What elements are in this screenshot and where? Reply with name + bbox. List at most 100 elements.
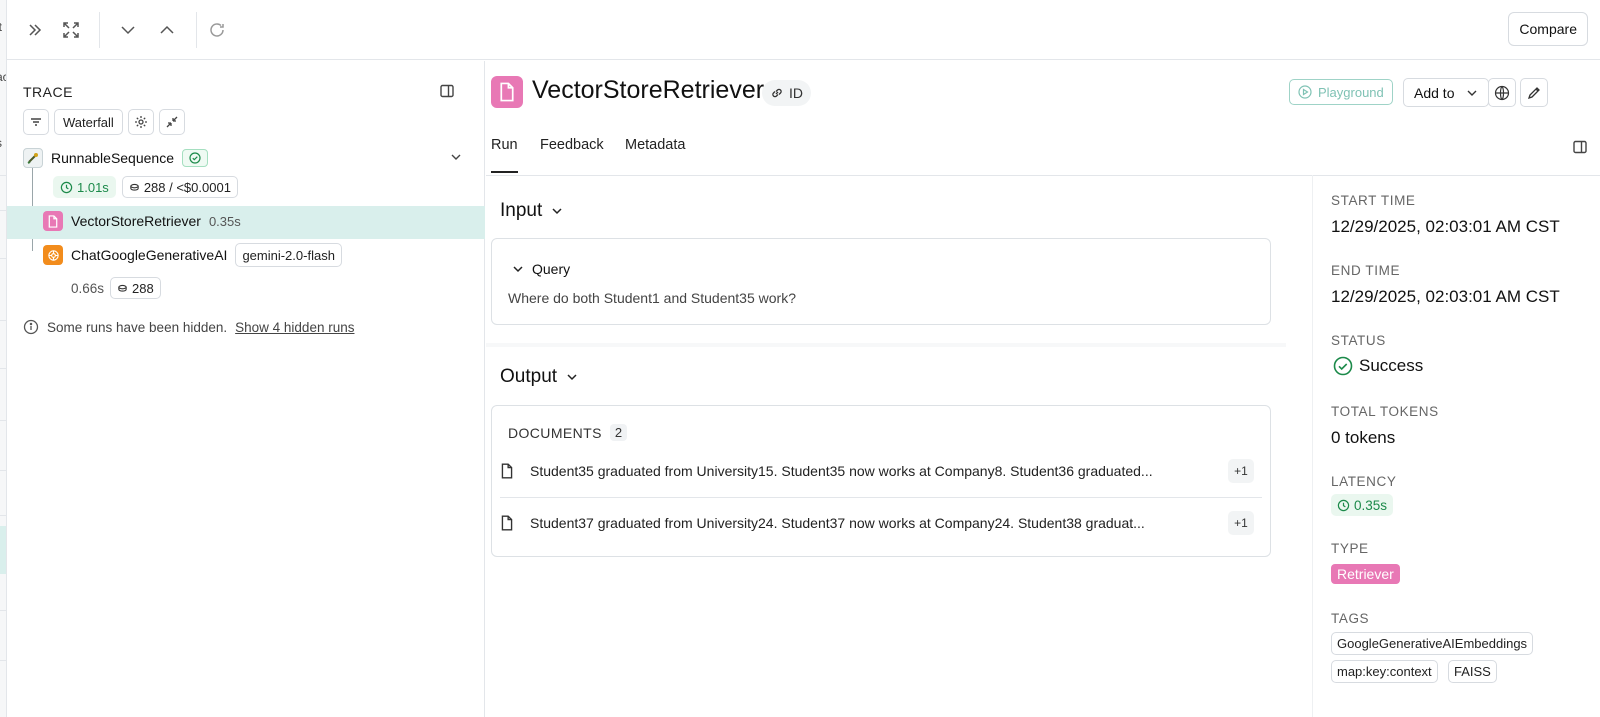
- copy-id-button[interactable]: ID: [762, 80, 811, 106]
- share-button[interactable]: [1488, 78, 1516, 107]
- tab-metadata[interactable]: Metadata: [625, 137, 685, 171]
- hidden-runs-text: Some runs have been hidden.: [47, 319, 228, 335]
- file-icon: [501, 463, 513, 479]
- refresh-button[interactable]: [201, 14, 233, 46]
- chevron-down-icon: [513, 266, 523, 273]
- tree-row-runnable-sequence[interactable]: RunnableSequence: [23, 148, 463, 168]
- sliver-text: lt: [0, 20, 2, 34]
- more-badge[interactable]: +1: [1228, 511, 1254, 535]
- detail-tabs: Run Feedback Metadata: [486, 125, 1600, 176]
- end-time-value: 12/29/2025, 02:03:01 AM CST: [1331, 287, 1560, 306]
- latency-label: LATENCY: [1331, 474, 1397, 489]
- edit-button[interactable]: [1520, 78, 1548, 107]
- tokens-icon: [118, 284, 127, 292]
- output-section-toggle[interactable]: Output: [500, 366, 579, 388]
- runnable-sequence-stats: 1.01s 288 / <$0.0001: [53, 176, 531, 198]
- documents-header: DOCUMENTS 2: [508, 424, 628, 441]
- sidebar-toggle-icon: [1573, 140, 1587, 154]
- status-label: STATUS: [1331, 333, 1386, 348]
- tag-badge[interactable]: GoogleGenerativeAIEmbeddings: [1331, 632, 1534, 655]
- model-badge: gemini-2.0-flash: [235, 243, 342, 267]
- fullscreen-icon: [63, 22, 79, 38]
- background-panel-sliver: lt ac s: [0, 0, 7, 717]
- filter-button[interactable]: [23, 109, 49, 135]
- chevron-down-icon: [1467, 90, 1477, 96]
- tokens-icon: [130, 183, 139, 191]
- document-row[interactable]: Student35 graduated from University15. S…: [500, 446, 1262, 496]
- run-latency: 0.35s: [208, 213, 241, 229]
- trace-title: TRACE: [23, 84, 73, 100]
- trace-panel: TRACE Waterfall RunnableSequence 1.01s 2…: [7, 61, 485, 717]
- compare-button[interactable]: Compare: [1508, 12, 1588, 46]
- run-name: RunnableSequence: [51, 150, 174, 166]
- query-toggle[interactable]: Query: [512, 261, 570, 277]
- tags-label: TAGS: [1331, 611, 1370, 626]
- tree-row-vectorstore-retriever[interactable]: VectorStoreRetriever 0.35s: [43, 211, 521, 231]
- chain-icon: [23, 148, 43, 168]
- sidebar-toggle-icon: [440, 84, 454, 98]
- document-icon: [43, 211, 63, 231]
- chevron-down-icon: [567, 374, 577, 381]
- latency-pill: 1.01s: [53, 176, 116, 198]
- chevron-down-icon: [552, 208, 562, 215]
- document-row[interactable]: Student37 graduated from University24. S…: [500, 498, 1262, 548]
- total-tokens-label: TOTAL TOKENS: [1331, 404, 1439, 419]
- refresh-icon: [210, 23, 224, 37]
- run-content: Input Query Where do both Student1 and S…: [486, 176, 1286, 717]
- play-icon: [1298, 85, 1312, 99]
- tab-feedback[interactable]: Feedback: [540, 137, 604, 171]
- collapse-button[interactable]: [158, 109, 185, 135]
- collapse-icon: [166, 116, 178, 128]
- clock-icon: [60, 181, 73, 193]
- tag-badge[interactable]: FAISS: [1448, 660, 1497, 683]
- total-tokens-value: 0 tokens: [1331, 428, 1396, 447]
- type-badge: Retriever: [1331, 564, 1400, 584]
- clock-icon: [1337, 499, 1350, 511]
- tokens-pill: 288 / <$0.0001: [121, 176, 238, 198]
- playground-button[interactable]: Playground: [1289, 79, 1393, 105]
- toggle-metadata-panel-button[interactable]: [1572, 139, 1588, 158]
- chevron-up-icon: [160, 25, 174, 34]
- page-title: VectorStoreRetriever: [532, 76, 765, 104]
- tab-run[interactable]: Run: [491, 137, 518, 173]
- chevron-down-icon[interactable]: [449, 150, 463, 167]
- add-to-dropdown[interactable]: Add to: [1403, 78, 1490, 107]
- globe-icon: [1494, 85, 1510, 100]
- tree-row-chat-google[interactable]: ChatGoogleGenerativeAI gemini-2.0-flash: [43, 243, 521, 267]
- link-icon: [772, 88, 782, 98]
- sliver-text: s: [0, 136, 2, 150]
- file-icon: [501, 515, 513, 531]
- filter-icon: [31, 118, 41, 126]
- run-latency: 0.66s: [71, 280, 105, 296]
- tokens-pill: 288: [110, 277, 161, 299]
- info-icon: [23, 319, 39, 335]
- more-badge[interactable]: +1: [1228, 459, 1254, 483]
- expand-panel-button[interactable]: [19, 14, 51, 46]
- fullscreen-button[interactable]: [55, 14, 87, 46]
- end-time-label: END TIME: [1331, 263, 1401, 278]
- metadata-panel: START TIME 12/29/2025, 02:03:01 AM CST E…: [1312, 175, 1600, 717]
- trace-controls: Waterfall: [23, 109, 185, 135]
- top-toolbar: Compare: [7, 0, 1600, 60]
- success-check-icon: [1333, 356, 1353, 376]
- chevron-down-icon: [121, 26, 135, 35]
- next-run-button[interactable]: [112, 14, 144, 46]
- previous-run-button[interactable]: [151, 14, 183, 46]
- gear-icon: [134, 116, 147, 128]
- latency-pill: 0.35s: [1331, 494, 1394, 516]
- run-name: ChatGoogleGenerativeAI: [71, 247, 228, 263]
- document-icon: [491, 76, 523, 108]
- view-mode-button[interactable]: Waterfall: [54, 109, 123, 135]
- chat-model-icon: [43, 245, 63, 265]
- document-text: Student35 graduated from University15. S…: [530, 463, 1153, 479]
- documents-count-badge: 2: [609, 424, 628, 441]
- start-time-label: START TIME: [1331, 193, 1416, 208]
- chat-google-stats: 0.66s 288: [71, 277, 549, 299]
- show-hidden-runs-link[interactable]: Show 4 hidden runs: [235, 320, 354, 335]
- trace-settings-button[interactable]: [127, 109, 154, 135]
- input-section-toggle[interactable]: Input: [500, 200, 564, 222]
- start-time-value: 12/29/2025, 02:03:01 AM CST: [1331, 217, 1560, 236]
- toggle-trace-panel-button[interactable]: [439, 83, 455, 102]
- pencil-icon: [1527, 86, 1540, 99]
- tag-badge[interactable]: map:key:context: [1331, 660, 1438, 683]
